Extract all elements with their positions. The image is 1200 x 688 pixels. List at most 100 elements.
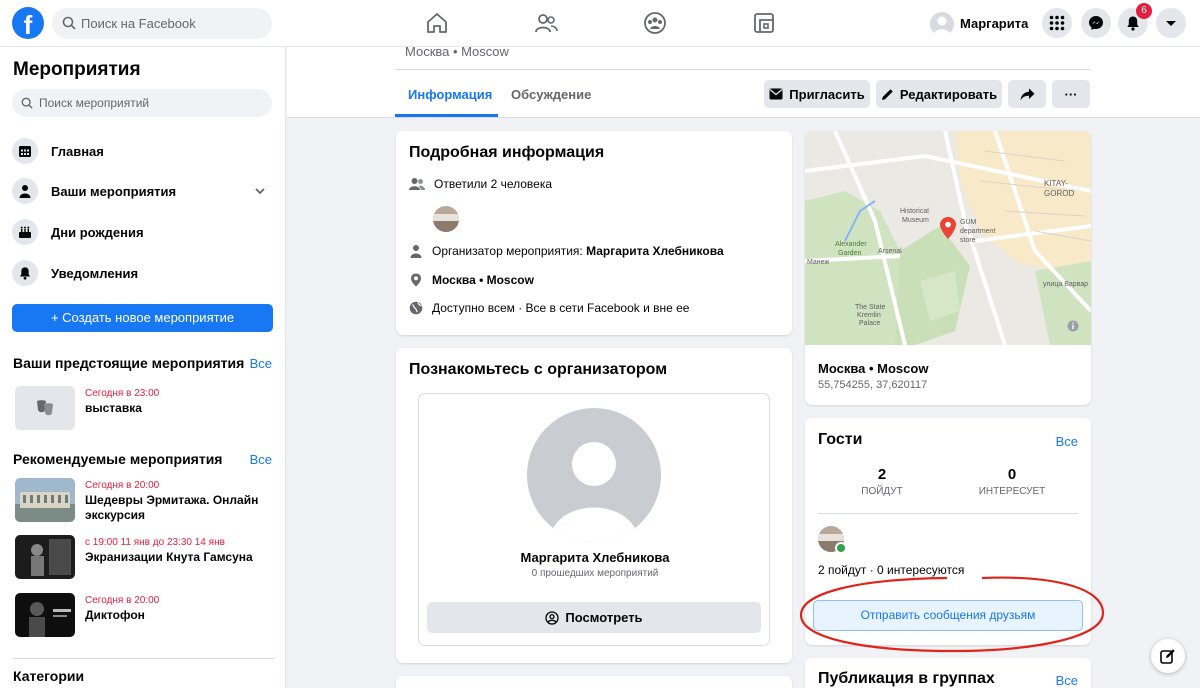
- events-sidebar: Мероприятия Поиск мероприятий Главная Ва…: [0, 47, 286, 688]
- groups-card: Публикация в группах Все: [805, 658, 1091, 688]
- guests-title: Гости: [818, 431, 863, 448]
- friends-icon[interactable]: [533, 10, 559, 36]
- organizer-name[interactable]: Маргарита Хлебникова: [419, 550, 771, 565]
- more-options-button[interactable]: ···: [1052, 80, 1090, 108]
- map-label: Kremlin: [857, 312, 881, 319]
- details-card: Подробная информация Ответили 2 человека…: [396, 131, 792, 335]
- going-stat[interactable]: 2 ПОЙДУТ: [817, 466, 947, 497]
- list-item[interactable]: с 19:00 11 янв до 23:30 14 янв Экранизац…: [15, 535, 277, 581]
- profile-shortcut[interactable]: Маргарита: [930, 9, 1028, 38]
- map-label: Palace: [859, 320, 881, 327]
- event-time: с 19:00 11 янв до 23:30 14 янв: [85, 537, 225, 548]
- messenger-icon: [1089, 16, 1103, 30]
- search-icon: [62, 16, 76, 30]
- location-link[interactable]: Москва • Moscow: [432, 273, 534, 287]
- map-label: GUM: [960, 219, 977, 226]
- map-card: KITAY- GOROD Historical Museum GUM depar…: [805, 131, 1091, 405]
- search-icon: [21, 97, 33, 109]
- more-options-label: ···: [1064, 86, 1078, 102]
- facebook-search-input[interactable]: Поиск на Facebook: [52, 8, 272, 39]
- going-count: 2: [877, 466, 887, 483]
- responded-row: Ответили 2 человека: [409, 177, 552, 191]
- pencil-icon: [881, 88, 893, 100]
- avatar[interactable]: [527, 408, 661, 542]
- new-message-button[interactable]: [1151, 639, 1185, 673]
- guests-summary: 2 пойдут · 0 интересуются: [818, 563, 965, 577]
- groups-see-all-link[interactable]: Все: [1056, 673, 1078, 688]
- event-thumbnail: [15, 593, 75, 637]
- list-item[interactable]: Сегодня в 20:00 Шедевры Эрмитажа. Онлайн…: [15, 478, 277, 524]
- list-item[interactable]: Сегодня в 20:00 Диктофон: [15, 593, 277, 639]
- map-label: GOROD: [1044, 189, 1075, 198]
- map-place-name[interactable]: Москва • Moscow: [818, 361, 928, 376]
- calendar-icon: [12, 138, 38, 164]
- map-label: store: [960, 237, 976, 244]
- theater-masks-icon: [37, 400, 53, 416]
- home-icon[interactable]: [424, 10, 450, 36]
- sidebar-item-birthdays[interactable]: Дни рождения: [12, 217, 274, 247]
- person-icon: [410, 245, 422, 258]
- divider: [818, 513, 1078, 514]
- divider: [395, 69, 1090, 70]
- event-time: Сегодня в 20:00: [85, 480, 160, 491]
- upcoming-see-all-link[interactable]: Все: [250, 356, 272, 371]
- interested-label: ИНТЕРЕСУЕТ: [978, 486, 1046, 497]
- grid-menu-icon: [1049, 15, 1065, 31]
- sidebar-item-home[interactable]: Главная: [12, 136, 274, 166]
- message-friends-button[interactable]: Отправить сообщения друзьям: [813, 600, 1083, 631]
- event-thumbnail: [15, 478, 75, 522]
- share-arrow-icon: [1020, 88, 1034, 100]
- map-label: улица Варвар: [1043, 281, 1089, 288]
- divider: [12, 658, 274, 659]
- sidebar-item-label: Ваши мероприятия: [51, 183, 177, 199]
- share-button[interactable]: [1008, 80, 1046, 108]
- groups-icon[interactable]: [642, 10, 668, 36]
- tab-discussion[interactable]: Обсуждение: [511, 87, 591, 102]
- location-map[interactable]: KITAY- GOROD Historical Museum GUM depar…: [805, 131, 1091, 346]
- messenger-button[interactable]: [1081, 8, 1111, 38]
- facebook-logo-icon[interactable]: f: [12, 7, 44, 40]
- guests-see-all-link[interactable]: Все: [1056, 434, 1078, 449]
- next-card: [396, 676, 792, 688]
- bell-icon: [12, 260, 38, 286]
- account-button[interactable]: [1156, 8, 1186, 38]
- edit-button[interactable]: Редактировать: [876, 80, 1002, 108]
- upcoming-events-heading: Ваши предстоящие мероприятия: [13, 355, 245, 371]
- caret-down-icon: [1166, 21, 1176, 26]
- view-profile-button[interactable]: Посмотреть: [427, 602, 761, 633]
- map-label: Garden: [838, 250, 862, 257]
- recommended-events-heading: Рекомендуемые мероприятия: [13, 451, 223, 467]
- edit-label: Редактировать: [899, 86, 998, 102]
- menu-button[interactable]: [1042, 8, 1072, 38]
- cake-icon: [12, 219, 38, 245]
- sidebar-item-your-events[interactable]: Ваши мероприятия: [12, 176, 274, 206]
- avatar[interactable]: [433, 206, 459, 232]
- event-header: Москва • Moscow Информация Обсуждение Пр…: [287, 44, 1200, 118]
- list-item[interactable]: Сегодня в 23:00 выставка: [15, 386, 277, 432]
- sidebar-item-notifications[interactable]: Уведомления: [12, 258, 274, 288]
- interested-stat[interactable]: 0 ИНТЕРЕСУЕТ: [947, 466, 1077, 497]
- details-title: Подробная информация: [409, 144, 605, 161]
- event-location-line: Москва • Moscow: [405, 44, 509, 59]
- groups-title: Публикация в группах: [818, 670, 995, 687]
- invite-button[interactable]: Пригласить: [764, 80, 870, 108]
- event-title: Шедевры Эрмитажа. Онлайн экскурсия: [85, 493, 259, 522]
- gaming-icon[interactable]: [751, 10, 777, 36]
- create-event-button[interactable]: + Создать новое мероприятие: [12, 304, 273, 332]
- active-tab-indicator: [395, 114, 498, 117]
- sidebar-item-label: Главная: [51, 143, 104, 159]
- tab-information[interactable]: Информация: [408, 87, 492, 102]
- invite-label: Пригласить: [789, 86, 865, 102]
- chevron-down-icon[interactable]: [254, 185, 266, 197]
- responded-text: Ответили 2 человека: [434, 177, 553, 191]
- guests-card: Гости Все 2 ПОЙДУТ 0 ИНТЕРЕСУЕТ 2 пойдут…: [805, 418, 1091, 645]
- events-search-input[interactable]: Поиск мероприятий: [12, 89, 272, 117]
- organizer-name-link[interactable]: Маргарита Хлебникова: [586, 244, 724, 258]
- recommended-see-all-link[interactable]: Все: [250, 452, 272, 467]
- compose-icon: [1160, 649, 1175, 664]
- events-search-placeholder: Поиск мероприятий: [39, 96, 150, 110]
- envelope-icon: [769, 88, 783, 100]
- map-info-icon[interactable]: [1067, 320, 1079, 332]
- avatar: [930, 11, 954, 36]
- map-label: Манеж: [807, 259, 830, 266]
